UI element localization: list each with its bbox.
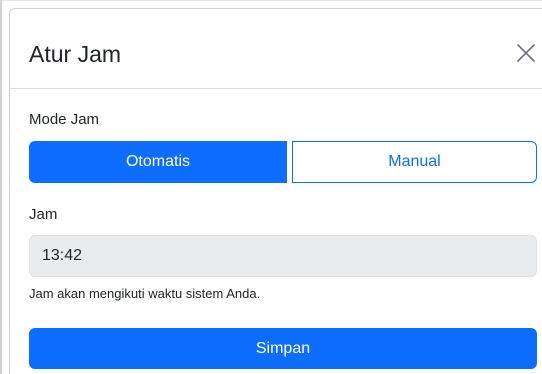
backdrop-left-edge (0, 0, 2, 374)
modal-header: Atur Jam (10, 9, 542, 89)
save-button[interactable]: Simpan (29, 328, 537, 369)
clock-settings-modal: Atur Jam Mode Jam Otomatis Manual Jam Ja… (9, 8, 542, 374)
mode-automatic-button[interactable]: Otomatis (29, 141, 287, 183)
time-input[interactable] (29, 235, 537, 277)
backdrop-top-edge (0, 0, 542, 1)
modal-title: Atur Jam (29, 41, 122, 67)
close-button[interactable] (515, 42, 537, 64)
page: Atur Jam Mode Jam Otomatis Manual Jam Ja… (0, 0, 542, 374)
clock-mode-label: Mode Jam (29, 111, 100, 128)
time-help-text: Jam akan mengikuti waktu sistem Anda. (29, 286, 261, 301)
clock-mode-toggle: Otomatis Manual (29, 141, 537, 183)
mode-manual-button[interactable]: Manual (292, 141, 537, 183)
close-icon (517, 44, 535, 62)
time-label: Jam (29, 206, 58, 223)
